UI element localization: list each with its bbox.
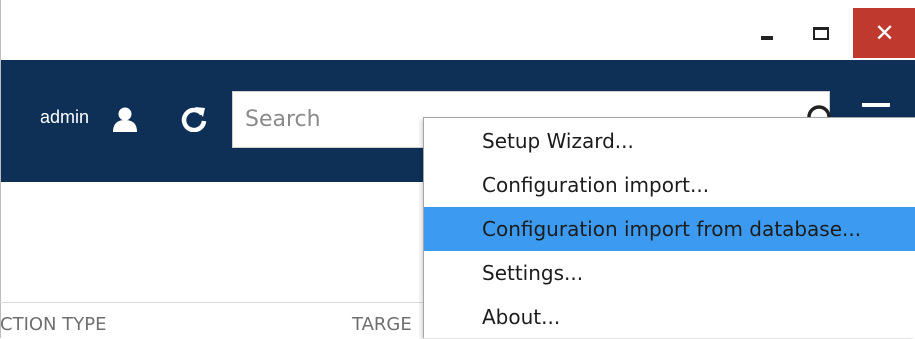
menu-item-configuration-import[interactable]: Configuration import... [424, 163, 915, 207]
table-header-divider [0, 302, 440, 303]
window-titlebar: ✕ [0, 0, 915, 60]
close-icon: ✕ [874, 19, 895, 47]
menu-item-settings[interactable]: Settings... [424, 251, 915, 295]
column-header-action-type[interactable]: CTION TYPE [0, 314, 106, 335]
user-icon[interactable] [112, 106, 138, 132]
minimize-button[interactable] [744, 8, 790, 58]
hamburger-menu-icon[interactable] [862, 103, 890, 107]
menu-item-about[interactable]: About... [424, 295, 915, 339]
menu-item-setup-wizard[interactable]: Setup Wizard... [424, 119, 915, 163]
minimize-icon [761, 36, 773, 40]
column-header-target[interactable]: TARGE [352, 314, 412, 335]
search-icon[interactable] [806, 101, 834, 117]
maximize-button[interactable] [798, 8, 844, 58]
maximize-icon [813, 26, 829, 40]
close-button[interactable]: ✕ [853, 8, 915, 58]
app-dropdown-menu: Setup Wizard... Configuration import... … [423, 117, 915, 338]
username-label[interactable]: admin [40, 107, 89, 128]
refresh-icon[interactable] [181, 106, 207, 132]
menu-item-configuration-import-from-database[interactable]: Configuration import from database... [424, 207, 915, 251]
